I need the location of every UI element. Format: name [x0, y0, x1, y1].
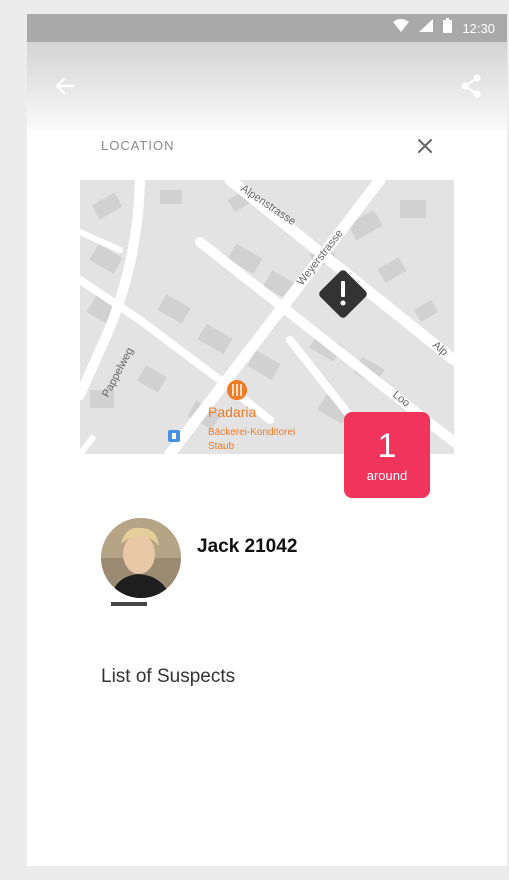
suspects-list-title: List of Suspects	[101, 666, 236, 687]
parking-icon	[168, 430, 180, 442]
battery-icon	[443, 18, 453, 38]
suspect-name[interactable]: Jack 21042	[197, 536, 297, 558]
count-number: 1	[377, 426, 397, 465]
share-icon	[461, 74, 481, 98]
poi-line1: Bäckerei-Konditorei	[208, 427, 295, 438]
status-bar: 12:30	[27, 14, 507, 42]
close-button[interactable]	[411, 132, 439, 160]
poi-line2: Staub	[208, 441, 235, 452]
poi-name: Padaria	[208, 404, 256, 420]
close-icon	[418, 139, 432, 153]
phone-screen: 12:30 LOCATION Alpenstrasse Weyerstrasse…	[27, 14, 507, 866]
share-button[interactable]	[455, 70, 487, 102]
suspects-count-badge[interactable]: 1 around	[344, 412, 430, 498]
suspect-avatar[interactable]	[101, 518, 181, 598]
count-label: around	[366, 467, 408, 483]
status-time: 12:30	[462, 20, 495, 36]
signal-icon	[419, 19, 434, 37]
location-label: LOCATION	[101, 138, 175, 153]
avatar-underline	[111, 602, 147, 606]
restaurant-icon	[227, 380, 247, 400]
wifi-icon	[393, 19, 410, 37]
app-bar	[27, 42, 507, 130]
back-button[interactable]	[49, 70, 81, 102]
back-arrow-icon	[55, 77, 75, 95]
